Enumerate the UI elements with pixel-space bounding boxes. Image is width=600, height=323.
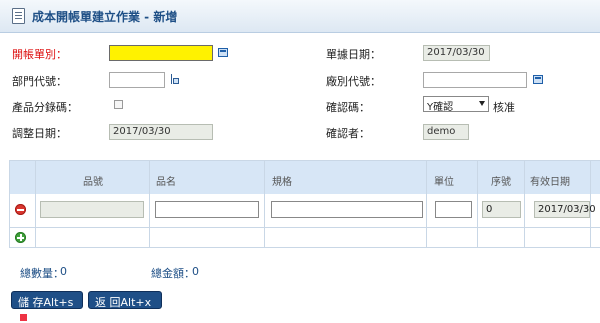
expiry-date-field[interactable]: 2017/03/30 bbox=[534, 201, 596, 218]
confirmer-field: demo bbox=[423, 124, 469, 140]
seq-field[interactable]: 0 bbox=[482, 201, 521, 218]
adjust-date-label: 調整日期： bbox=[12, 127, 67, 140]
product-code-checkbox[interactable] bbox=[114, 100, 123, 109]
col-header-seq: 序號 bbox=[491, 177, 511, 188]
total-amount-value: 0 bbox=[192, 265, 199, 278]
confirm-code-select[interactable]: Y確認 bbox=[423, 96, 489, 113]
save-button-label: 儲 存Alt+s bbox=[18, 296, 74, 309]
col-header-item-no: 品號 bbox=[83, 177, 103, 188]
item-name-input[interactable] bbox=[155, 201, 259, 218]
add-row-icon[interactable] bbox=[15, 232, 26, 243]
col-header-unit: 單位 bbox=[434, 177, 454, 188]
dept-input[interactable] bbox=[109, 72, 165, 88]
dept-tree-picker-icon[interactable] bbox=[170, 74, 180, 85]
back-button[interactable]: 返 回Alt+x bbox=[88, 291, 162, 320]
back-button-label: 返 回Alt+x bbox=[95, 296, 152, 309]
factory-input[interactable] bbox=[423, 72, 527, 88]
total-amount-label: 總金額： bbox=[151, 267, 195, 280]
unit-input[interactable] bbox=[435, 201, 472, 218]
total-qty-label: 總數量： bbox=[20, 267, 64, 280]
open-doc-label: 開帳單別： bbox=[12, 48, 67, 61]
open-doc-picker-icon[interactable] bbox=[218, 48, 228, 57]
approve-label: 核准 bbox=[493, 101, 515, 114]
chevron-down-icon bbox=[479, 101, 485, 106]
doc-date-field: 2017/03/30 bbox=[423, 45, 490, 61]
spec-input[interactable] bbox=[271, 201, 423, 218]
title-bar: 成本開帳單建立作業 - 新增 bbox=[0, 0, 600, 33]
open-doc-input[interactable] bbox=[109, 45, 213, 61]
confirm-code-value: Y確認 bbox=[427, 102, 454, 113]
col-header-spec: 規格 bbox=[272, 177, 292, 188]
factory-label: 廠別代號： bbox=[326, 75, 381, 88]
doc-date-label: 單據日期： bbox=[326, 48, 381, 61]
confirm-code-label: 確認碼： bbox=[326, 101, 370, 114]
adjust-date-field: 2017/03/30 bbox=[109, 124, 213, 140]
page-title: 成本開帳單建立作業 - 新增 bbox=[32, 10, 178, 24]
confirmer-label: 確認者： bbox=[326, 127, 370, 140]
total-qty-value: 0 bbox=[60, 265, 67, 278]
detail-grid: 品號 品名 規格 單位 序號 有效日期 0 2017/03/30 bbox=[9, 160, 600, 248]
item-no-input[interactable] bbox=[40, 201, 144, 218]
remove-row-icon[interactable] bbox=[15, 204, 26, 215]
product-code-label: 產品分錄碼： bbox=[12, 101, 78, 114]
col-header-item-name: 品名 bbox=[156, 177, 176, 188]
save-button[interactable]: 儲 存Alt+s bbox=[11, 291, 83, 321]
col-header-expiry: 有效日期 bbox=[530, 177, 570, 188]
factory-picker-icon[interactable] bbox=[533, 75, 543, 84]
document-icon bbox=[12, 8, 25, 24]
dept-label: 部門代號： bbox=[12, 75, 67, 88]
